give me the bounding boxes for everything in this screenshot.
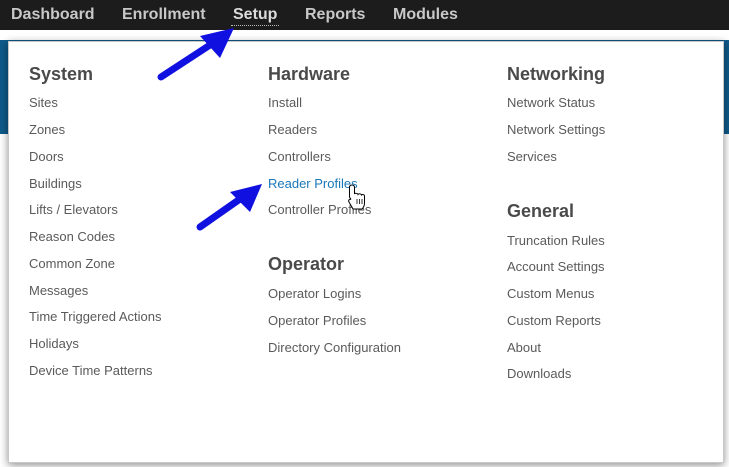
menu-item-account-settings[interactable]: Account Settings (507, 259, 605, 274)
menu-item-lifts-elevators[interactable]: Lifts / Elevators (29, 202, 118, 217)
hardware-heading: Hardware (268, 64, 351, 84)
menu-item-reader-profiles[interactable]: Reader Profiles (268, 176, 358, 191)
nav-reports[interactable]: Reports (305, 6, 365, 24)
system-heading: System (29, 64, 94, 84)
nav-setup[interactable]: Setup (231, 6, 280, 26)
menu-item-readers[interactable]: Readers (268, 122, 317, 137)
networking-heading: Networking (507, 64, 606, 84)
nav-modules[interactable]: Modules (393, 6, 458, 24)
menu-item-time-triggered-actions[interactable]: Time Triggered Actions (29, 309, 161, 324)
nav-enrollment[interactable]: Enrollment (122, 6, 206, 24)
menu-item-custom-menus[interactable]: Custom Menus (507, 286, 594, 301)
menu-item-custom-reports[interactable]: Custom Reports (507, 313, 601, 328)
menu-item-downloads[interactable]: Downloads (507, 366, 571, 381)
menu-item-services[interactable]: Services (507, 149, 557, 164)
menu-item-controllers[interactable]: Controllers (268, 149, 331, 164)
menu-item-install[interactable]: Install (268, 95, 302, 110)
menu-item-doors[interactable]: Doors (29, 149, 64, 164)
menu-item-sites[interactable]: Sites (29, 95, 58, 110)
menu-item-holidays[interactable]: Holidays (29, 336, 79, 351)
menu-item-controller-profiles[interactable]: Controller Profiles (268, 202, 371, 217)
menu-item-network-status[interactable]: Network Status (507, 95, 595, 110)
menu-item-operator-profiles[interactable]: Operator Profiles (268, 313, 366, 328)
menu-item-device-time-patterns[interactable]: Device Time Patterns (29, 363, 153, 378)
menu-item-operator-logins[interactable]: Operator Logins (268, 286, 361, 301)
top-navigation: Dashboard Enrollment Setup Reports Modul… (0, 0, 729, 30)
operator-heading: Operator (268, 254, 345, 274)
menu-item-reason-codes[interactable]: Reason Codes (29, 229, 115, 244)
nav-dashboard[interactable]: Dashboard (11, 6, 95, 24)
menu-item-buildings[interactable]: Buildings (29, 176, 82, 191)
menu-item-common-zone[interactable]: Common Zone (29, 256, 115, 271)
setup-dropdown-menu: System Sites Zones Doors Buildings Lifts… (8, 41, 724, 463)
menu-item-messages[interactable]: Messages (29, 283, 88, 298)
general-heading: General (507, 201, 575, 221)
menu-item-about[interactable]: About (507, 340, 541, 355)
menu-item-directory-configuration[interactable]: Directory Configuration (268, 340, 401, 355)
menu-item-network-settings[interactable]: Network Settings (507, 122, 605, 137)
menu-item-truncation-rules[interactable]: Truncation Rules (507, 233, 605, 248)
menu-item-zones[interactable]: Zones (29, 122, 65, 137)
